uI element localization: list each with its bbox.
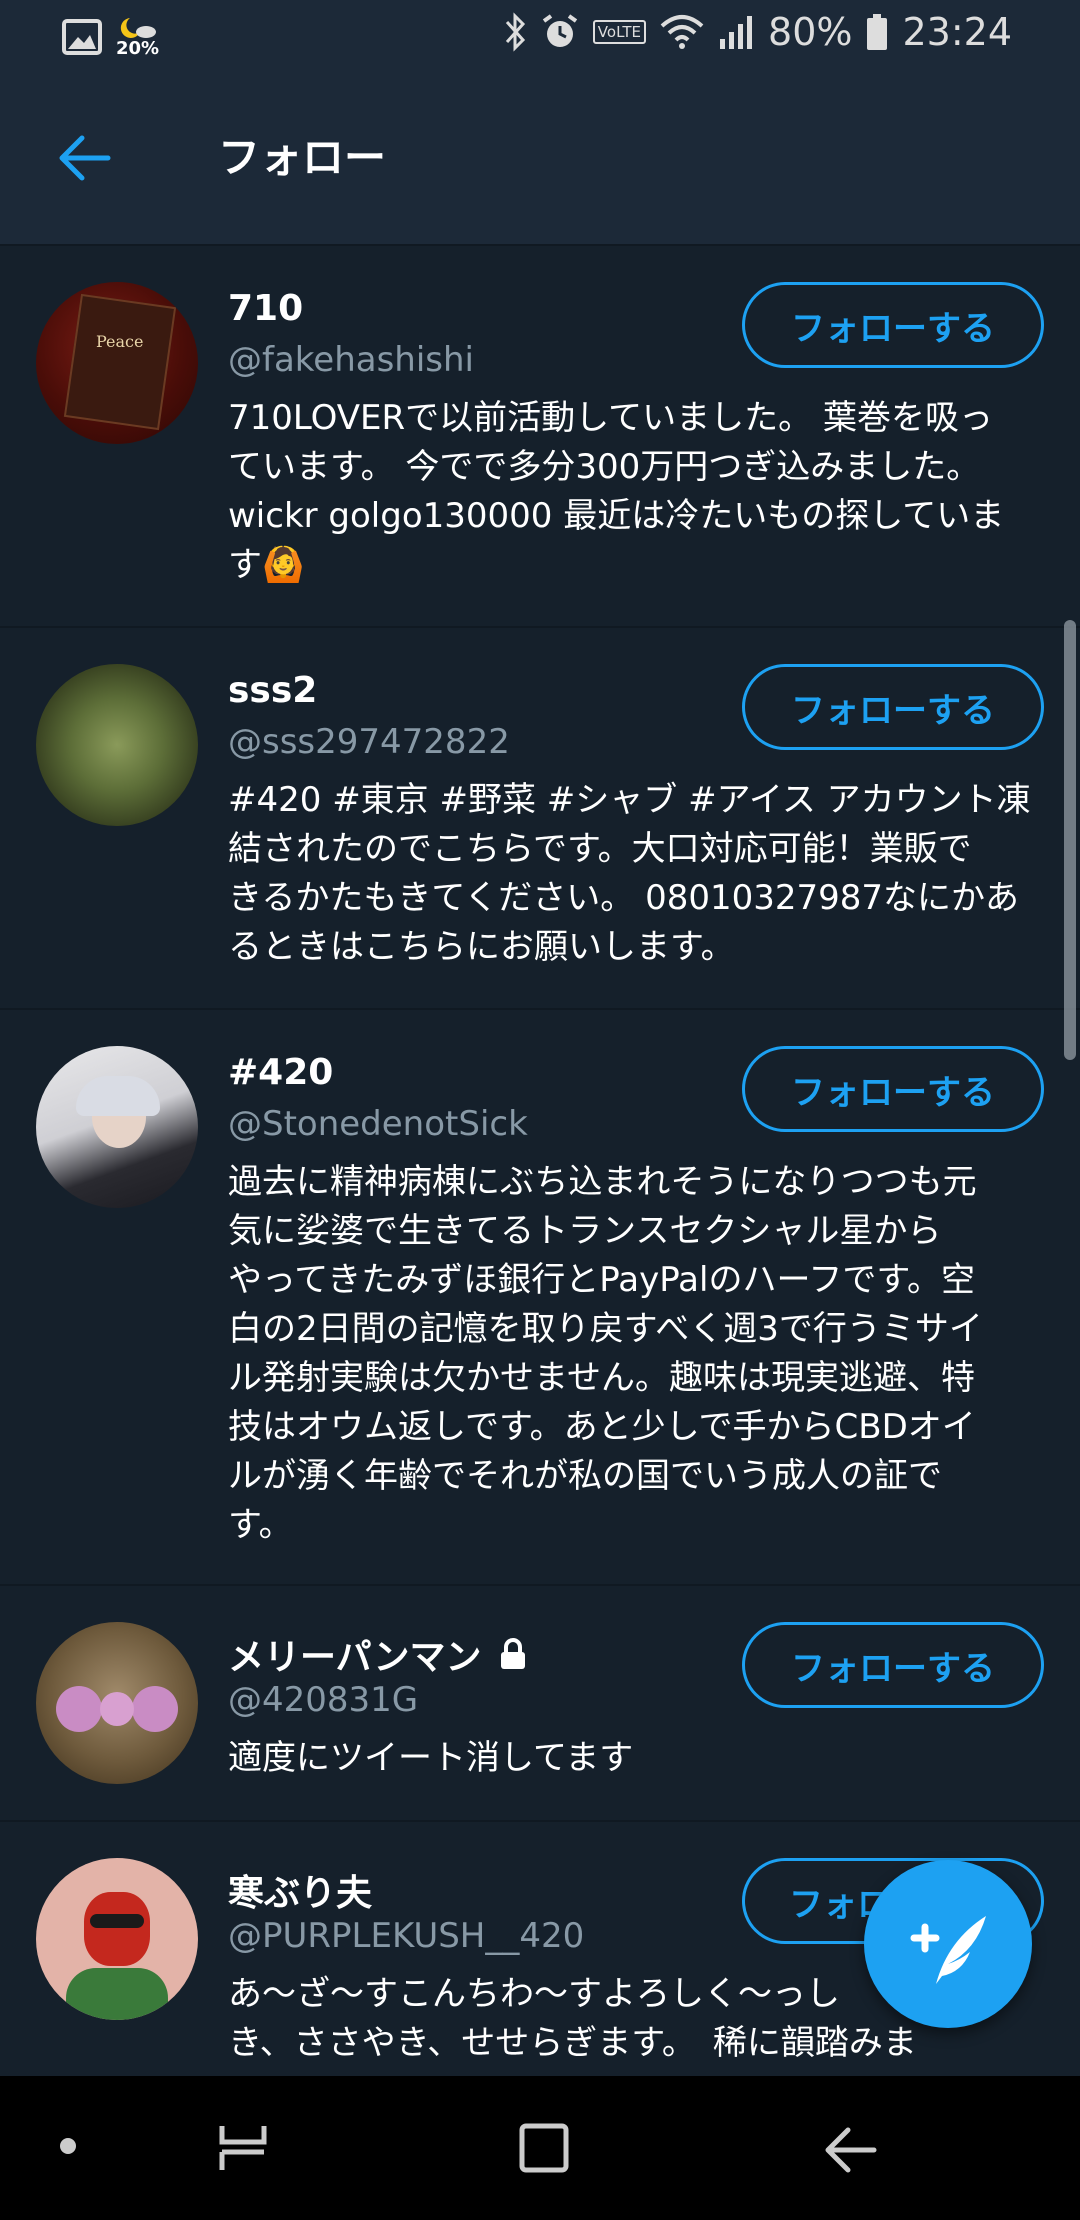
follow-button[interactable]: フォローする (742, 1622, 1044, 1708)
user-name: 寒ぶり夫 (228, 1873, 373, 1914)
recent-apps-icon[interactable] (214, 2122, 272, 2174)
volte-icon: VoLTE (592, 20, 647, 44)
user-handle: @fakehashishi (228, 340, 475, 380)
user-name: メリーパンマン (228, 1637, 482, 1678)
bluetooth-icon (505, 12, 525, 52)
clock: 23:24 (902, 10, 1012, 54)
list-item[interactable]: Peace 710 @fakehashishi 710LOVERで以前活動してい… (0, 246, 1080, 628)
back-arrow-icon[interactable] (54, 128, 114, 188)
system-nav-bar (0, 2076, 1080, 2220)
following-list: Peace 710 @fakehashishi 710LOVERで以前活動してい… (0, 246, 1080, 2082)
follow-button[interactable]: フォローする (742, 282, 1044, 368)
status-bar: 20% VoLTE 80% 23:24 (0, 0, 1080, 72)
bio-line: るときはこちらにお願いします。 (228, 927, 735, 967)
bio-line: す🙆 (228, 545, 305, 585)
bio-line: 結されたのでこちらです。大口対応可能！業販で (228, 829, 972, 869)
bio-line: 過去に精神病棟にぶち込まれそうになりつつも元 (228, 1162, 977, 1202)
user-bio: 710LOVERで以前活動していました。 葉巻を吸っ ています。 今でで多分30… (228, 394, 1048, 590)
list-item[interactable]: メリーパンマン @420831G 適度にツイート消してます フォローする (0, 1586, 1080, 1822)
bio-line: #420 #東京 #野菜 #シャブ #アイス アカウント凍 (228, 780, 1031, 820)
bio-line: 適度にツイート消してます (228, 1738, 634, 1778)
bio-line: ています。 今でで多分300万円つぎ込みました。 (228, 447, 981, 487)
battery-icon (867, 14, 888, 50)
avatar[interactable] (36, 664, 198, 826)
user-name: 710 (228, 288, 304, 329)
avatar[interactable] (36, 1046, 198, 1208)
weather-percent: 20% (116, 38, 160, 59)
back-icon[interactable] (822, 2122, 878, 2178)
follow-button[interactable]: フォローする (742, 1046, 1044, 1132)
bio-line: 白の2日間の記憶を取り戻すべく週3で行うミサイ (228, 1309, 983, 1349)
avatar[interactable] (36, 1858, 198, 2020)
user-name: sss2 (228, 670, 318, 711)
wifi-icon (660, 15, 704, 49)
battery-percent: 80% (768, 10, 853, 54)
avatar-label: Peace (96, 332, 144, 351)
bio-line: ルが湧く年齢でそれが私の国でいう成人の証で (228, 1456, 942, 1496)
user-bio: 過去に精神病棟にぶち込まれそうになりつつも元 気に娑婆で生きてるトランスセクシャ… (228, 1158, 1048, 1550)
list-item[interactable]: sss2 @sss297472822 #420 #東京 #野菜 #シャブ #アイ… (0, 628, 1080, 1010)
scrollbar[interactable] (1064, 620, 1076, 1060)
image-icon (62, 19, 102, 55)
user-bio: 適度にツイート消してます (228, 1734, 1048, 1783)
user-handle: @420831G (228, 1680, 419, 1720)
signal-icon (720, 16, 753, 49)
follow-button[interactable]: フォローする (742, 664, 1044, 750)
bio-line: 710LOVERで以前活動していました。 葉巻を吸っ (228, 398, 993, 438)
page-title: フォロー (218, 133, 387, 182)
user-handle: @sss297472822 (228, 722, 510, 762)
compose-tweet-icon (910, 1916, 986, 1984)
user-handle: @PURPLEKUSH__420 (228, 1916, 585, 1956)
recents-dot-icon[interactable] (58, 2136, 78, 2156)
lock-icon (501, 1638, 526, 1669)
bio-line: wickr golgo130000 最近は冷たいもの探していま (228, 496, 1005, 536)
avatar[interactable] (36, 1622, 198, 1784)
list-item[interactable]: #420 @StonedenotSick 過去に精神病棟にぶち込まれそうになりつ… (0, 1010, 1080, 1586)
bio-line: ル発射実験は欠かせません。趣味は現実逃避、特 (228, 1358, 975, 1398)
home-icon[interactable] (518, 2122, 570, 2174)
app-header: フォロー (0, 72, 1080, 246)
weather-icon: 20% (116, 16, 159, 58)
bio-line: 気に娑婆で生きてるトランスセクシャル星から (228, 1211, 942, 1251)
compose-tweet-button[interactable] (864, 1860, 1032, 2028)
avatar[interactable]: Peace (36, 282, 198, 444)
user-name: #420 (228, 1052, 334, 1093)
bio-line: 技はオウム返しです。あと少しで手からCBDオイ (228, 1407, 976, 1447)
bio-line: す。 (228, 1505, 293, 1545)
user-bio: #420 #東京 #野菜 #シャブ #アイス アカウント凍 結されたのでこちらで… (228, 776, 1048, 972)
alarm-icon (542, 14, 577, 47)
bio-line: きるかたもきてください。 08010327987なにかあ (228, 878, 1020, 918)
user-handle: @StonedenotSick (228, 1104, 528, 1144)
bio-line: やってきたみずほ銀行とPayPalのハーフです。空 (228, 1260, 976, 1300)
